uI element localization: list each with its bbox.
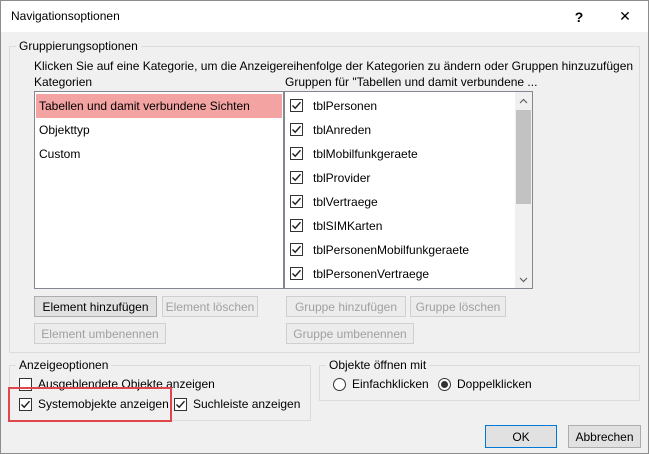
delete-element-button[interactable]: Element löschen xyxy=(162,296,258,317)
category-item-custom[interactable]: Custom xyxy=(36,142,282,166)
highlight-annotation xyxy=(8,387,172,422)
show-search-checkbox[interactable] xyxy=(174,398,187,411)
checkmark-icon xyxy=(176,400,186,409)
group-item[interactable]: tblProvider xyxy=(286,166,514,190)
group-checkbox[interactable] xyxy=(290,99,303,112)
scroll-down-arrow[interactable] xyxy=(515,271,532,288)
scroll-thumb[interactable] xyxy=(516,110,531,204)
group-checkbox[interactable] xyxy=(290,147,303,160)
group-item-label: tblAnreden xyxy=(313,123,372,137)
category-item-tables[interactable]: Tabellen und damit verbundene Sichten xyxy=(36,94,282,118)
chevron-down-icon xyxy=(519,277,528,282)
group-checkbox[interactable] xyxy=(290,243,303,256)
group-item[interactable]: tblVertraege xyxy=(286,190,514,214)
chevron-up-icon xyxy=(519,98,528,103)
group-item-label: tblVertraege xyxy=(313,195,378,209)
categories-label: Kategorien xyxy=(34,75,93,89)
title-bar: Navigationsoptionen ? ✕ xyxy=(1,1,648,32)
group-checkbox[interactable] xyxy=(290,123,303,136)
checkmark-icon xyxy=(292,173,302,182)
add-group-label: Gruppe hinzufügen xyxy=(294,299,398,314)
groups-label: Gruppen für "Tabellen und damit verbunde… xyxy=(285,75,538,89)
close-icon: ✕ xyxy=(619,8,631,24)
rename-element-label: Element umbenennen xyxy=(41,326,159,341)
group-item[interactable]: tblPersonenMobilfunkgeraete xyxy=(286,238,514,262)
grouping-options-legend: Gruppierungsoptionen xyxy=(19,39,138,53)
delete-element-label: Element löschen xyxy=(165,299,255,314)
checkmark-icon xyxy=(292,125,302,134)
group-item[interactable]: tblAnreden xyxy=(286,118,514,142)
group-item[interactable]: tblPersonen xyxy=(286,94,514,118)
group-checkbox[interactable] xyxy=(290,267,303,280)
cancel-label: Abbrechen xyxy=(575,429,634,444)
close-button[interactable]: ✕ xyxy=(602,1,648,32)
dialog-title: Navigationsoptionen xyxy=(11,9,120,23)
ok-button[interactable]: OK xyxy=(485,425,557,448)
grouping-instruction: Klicken Sie auf eine Kategorie, um die A… xyxy=(34,59,634,73)
checkmark-icon xyxy=(292,101,302,110)
scroll-up-arrow[interactable] xyxy=(515,92,532,109)
double-click-radio[interactable] xyxy=(438,378,451,391)
help-icon: ? xyxy=(574,8,584,25)
checkmark-icon xyxy=(292,221,302,230)
ok-label: OK xyxy=(512,429,530,444)
group-item-label: tblPersonenMobilfunkgeraete xyxy=(313,243,470,257)
checkmark-icon xyxy=(292,149,302,158)
category-item-label: Tabellen und damit verbundene Sichten xyxy=(39,99,250,113)
delete-group-button[interactable]: Gruppe löschen xyxy=(410,296,506,317)
category-item-label: Custom xyxy=(39,147,81,161)
group-item[interactable]: tblPersonenVertraege xyxy=(286,262,514,286)
group-item-label: tblProvider xyxy=(313,171,371,185)
group-item[interactable]: tblMobilfunkgeraete xyxy=(286,142,514,166)
group-item-label: tblMobilfunkgeraete xyxy=(313,147,418,161)
single-click-radio[interactable] xyxy=(333,378,346,391)
show-search-label: Suchleiste anzeigen xyxy=(193,397,301,411)
cancel-button[interactable]: Abbrechen xyxy=(568,425,641,448)
checkmark-icon xyxy=(292,245,302,254)
add-element-label: Element hinzufügen xyxy=(42,299,149,314)
categories-list[interactable]: Tabellen und damit verbundene Sichten Ob… xyxy=(34,91,284,289)
rename-element-button[interactable]: Element umbenennen xyxy=(34,323,166,344)
groups-scrollbar[interactable] xyxy=(515,92,532,288)
delete-group-label: Gruppe löschen xyxy=(415,299,501,314)
group-item-label: tblSIMKarten xyxy=(313,219,383,233)
group-checkbox[interactable] xyxy=(290,219,303,232)
checkmark-icon xyxy=(292,269,302,278)
rename-group-label: Gruppe umbenennen xyxy=(293,326,407,341)
group-item[interactable]: tblSIMKarten xyxy=(286,214,514,238)
category-item-objecttype[interactable]: Objekttyp xyxy=(36,118,282,142)
checkmark-icon xyxy=(292,197,302,206)
category-item-label: Objekttyp xyxy=(39,123,90,137)
add-element-button[interactable]: Element hinzufügen xyxy=(34,296,157,317)
group-item-label: tblPersonen xyxy=(313,99,378,113)
navigation-options-dialog: Navigationsoptionen ? ✕ Gruppierungsopti… xyxy=(0,0,649,454)
open-objects-legend: Objekte öffnen mit xyxy=(329,358,427,372)
add-group-button[interactable]: Gruppe hinzufügen xyxy=(286,296,406,317)
group-item-label: tblPersonenVertraege xyxy=(313,267,430,281)
help-button[interactable]: ? xyxy=(556,1,602,32)
double-click-label: Doppelklicken xyxy=(457,377,532,391)
display-options-legend: Anzeigeoptionen xyxy=(19,358,109,372)
rename-group-button[interactable]: Gruppe umbenennen xyxy=(286,323,414,344)
single-click-label: Einfachklicken xyxy=(352,377,429,391)
group-checkbox[interactable] xyxy=(290,171,303,184)
group-checkbox[interactable] xyxy=(290,195,303,208)
groups-list[interactable]: tblPersonen tblAnreden tblMobilfunkgerae… xyxy=(284,91,533,289)
